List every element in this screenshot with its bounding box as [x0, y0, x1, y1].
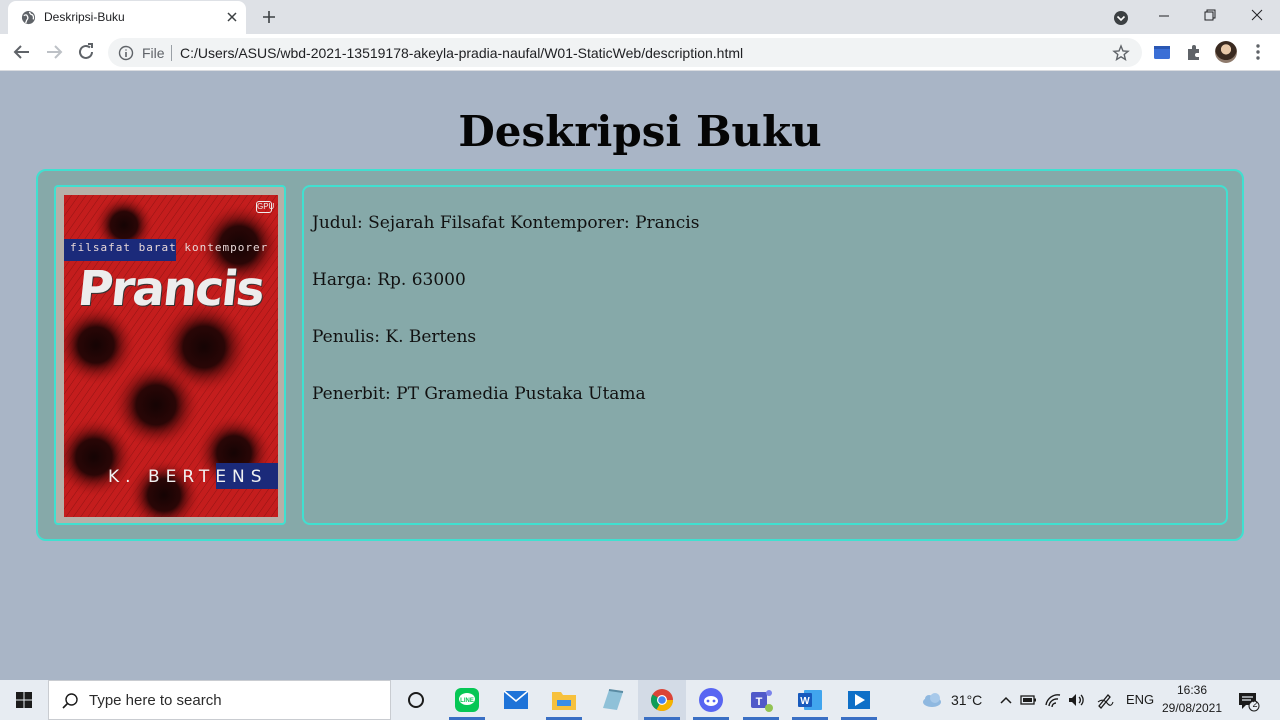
detail-author: Penulis: K. Bertens [312, 327, 477, 347]
new-tab-icon[interactable] [259, 7, 279, 27]
omnibox-divider [171, 45, 172, 61]
svg-text:LINE: LINE [460, 698, 474, 704]
detail-title: Judul: Sejarah Filsafat Kontemporer: Pra… [312, 213, 700, 233]
pen-ink-icon[interactable] [1095, 690, 1115, 710]
wifi-icon[interactable] [1043, 690, 1063, 710]
language-indicator[interactable]: ENG [1126, 692, 1154, 707]
windows-taskbar: Type here to search LINE T W 31°C ENG 16… [0, 680, 1280, 720]
notification-center-button[interactable]: 2 [1236, 689, 1260, 713]
menu-kebab-icon[interactable] [1250, 42, 1266, 62]
bookmark-star-icon[interactable] [1112, 44, 1130, 62]
cover-title-text: Prancis [75, 261, 266, 317]
close-tab-icon[interactable] [224, 9, 240, 25]
windows-start-icon[interactable] [0, 680, 48, 720]
task-view-icon [408, 692, 424, 708]
scheme-label: File [142, 45, 165, 61]
browser-tab[interactable]: Deskripsi-Buku [8, 1, 246, 34]
web-page: Deskripsi Buku GPU filsafat barat kontem… [0, 71, 1280, 680]
globe-icon [21, 10, 36, 25]
back-arrow-icon[interactable] [10, 40, 34, 64]
discord-app[interactable] [687, 680, 735, 720]
close-window-icon[interactable] [1234, 0, 1280, 32]
media-player-app[interactable] [835, 680, 883, 720]
info-icon[interactable] [118, 45, 134, 61]
address-bar[interactable]: File C:/Users/ASUS/wbd-2021-13519178-ake… [108, 38, 1142, 67]
cover-frame: GPU filsafat barat kontemporer Prancis K… [54, 185, 286, 525]
tab-search-icon[interactable] [1111, 8, 1131, 28]
teams-app[interactable]: T [737, 680, 785, 720]
discord-icon [699, 688, 723, 712]
notepad-icon [603, 689, 624, 710]
svg-text:W: W [800, 696, 810, 707]
clock-date[interactable]: 29/08/2021 [1158, 701, 1226, 715]
teams-icon: T [751, 690, 773, 712]
task-view-button[interactable] [392, 680, 440, 720]
notification-count: 2 [1252, 699, 1258, 709]
publisher-logo: GPU [256, 201, 275, 213]
notepad-app[interactable] [589, 680, 637, 720]
extensions-puzzle-icon[interactable] [1184, 42, 1204, 62]
file-explorer-icon [552, 692, 576, 710]
clock-time[interactable]: 16:36 [1162, 683, 1222, 697]
page-title: Deskripsi Buku [458, 107, 822, 156]
search-icon [62, 693, 78, 709]
cover-series-text: filsafat barat kontemporer [70, 241, 269, 254]
restore-icon[interactable] [1187, 0, 1233, 32]
chevron-up-icon[interactable] [996, 690, 1016, 710]
book-cover-image: GPU filsafat barat kontemporer Prancis K… [64, 195, 278, 517]
mail-app[interactable] [492, 680, 540, 720]
book-container: GPU filsafat barat kontemporer Prancis K… [36, 169, 1244, 541]
browser-toolbar: File C:/Users/ASUS/wbd-2021-13519178-ake… [0, 34, 1280, 71]
chrome-app[interactable] [638, 680, 686, 720]
cover-author-text: K. BERTENS [108, 467, 268, 487]
extension-icon[interactable] [1152, 42, 1172, 62]
profile-avatar[interactable] [1215, 41, 1237, 63]
minimize-icon[interactable] [1141, 0, 1187, 32]
taskbar-search[interactable]: Type here to search [48, 680, 391, 720]
media-player-icon [848, 691, 870, 709]
line-app[interactable]: LINE [443, 680, 491, 720]
reload-icon[interactable] [74, 40, 98, 64]
battery-icon[interactable] [1018, 690, 1038, 710]
chrome-icon [651, 689, 673, 711]
book-details: Judul: Sejarah Filsafat Kontemporer: Pra… [302, 185, 1228, 525]
volume-icon[interactable] [1066, 690, 1086, 710]
url-text[interactable]: C:/Users/ASUS/wbd-2021-13519178-akeyla-p… [180, 45, 743, 61]
line-icon: LINE [455, 688, 479, 712]
search-placeholder: Type here to search [89, 692, 222, 709]
mail-icon [503, 690, 529, 709]
forward-arrow-icon[interactable] [42, 40, 66, 64]
browser-tab-strip: Deskripsi-Buku [0, 0, 1280, 34]
word-icon: W [798, 690, 822, 710]
weather-temperature[interactable]: 31°C [951, 692, 982, 708]
svg-text:T: T [756, 696, 763, 708]
word-app[interactable]: W [786, 680, 834, 720]
detail-publisher: Penerbit: PT Gramedia Pustaka Utama [312, 384, 646, 404]
detail-price: Harga: Rp. 63000 [312, 270, 466, 290]
file-explorer-app[interactable] [540, 680, 588, 720]
weather-cloud-icon[interactable] [920, 690, 944, 710]
tab-title: Deskripsi-Buku [44, 10, 125, 24]
